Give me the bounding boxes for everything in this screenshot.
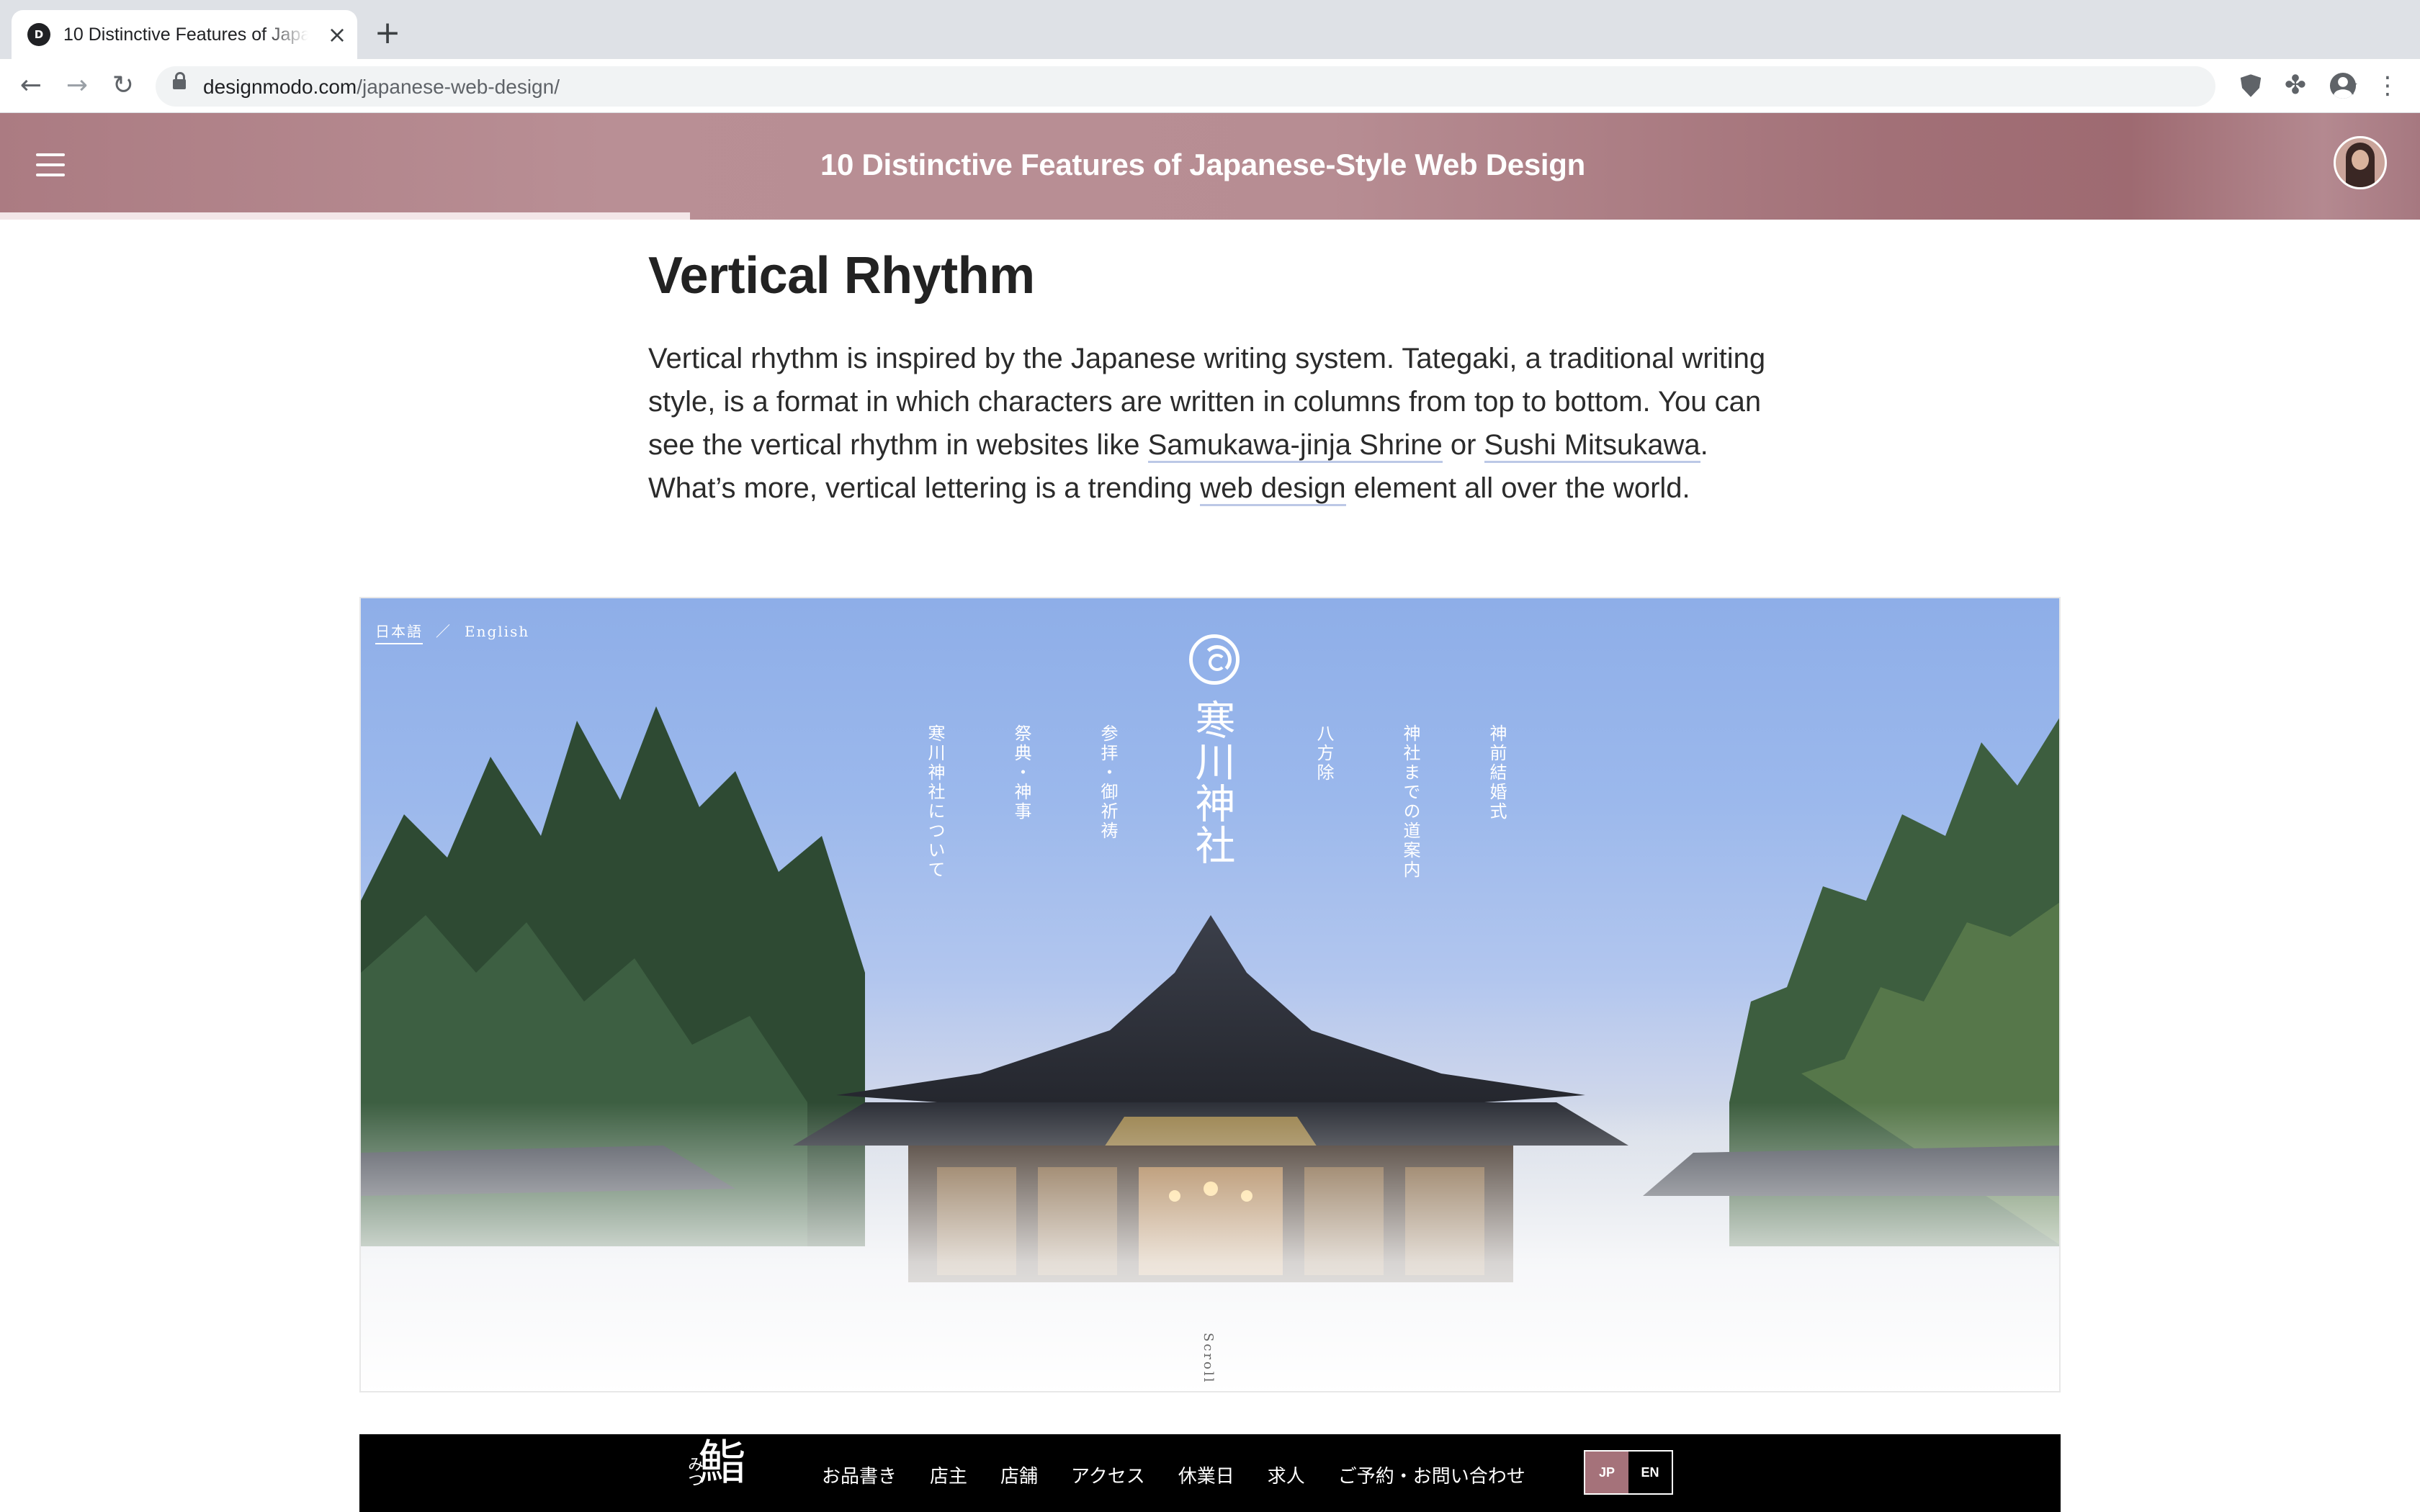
forward-icon[interactable]: → bbox=[60, 69, 94, 102]
shrine-name-vertical: 寒川神社 bbox=[1188, 699, 1235, 866]
lang-en-link[interactable]: English bbox=[465, 623, 529, 640]
shrine-menu-item[interactable]: 神社までの道案内 bbox=[1398, 724, 1423, 880]
lang-jp-button[interactable]: JP bbox=[1585, 1452, 1628, 1493]
samukawa-shrine-link[interactable]: Samukawa-jinja Shrine bbox=[1147, 429, 1443, 463]
shrine-menu-item[interactable]: 八方除 bbox=[1312, 724, 1337, 783]
url-text[interactable]: designmodo.com/japanese-web-design/ bbox=[203, 76, 560, 99]
paragraph-text: element all over the world. bbox=[1345, 472, 1690, 504]
browser-tab[interactable]: D 10 Distinctive Features of Japanese-St… bbox=[12, 10, 357, 59]
sushi-mitsukawa-screenshot: みつ 鮨 お品書き 店主 店舗 アクセス 休業日 求人 ご予約・お問い合わせ J… bbox=[359, 1434, 2061, 1512]
shield-extension-icon[interactable] bbox=[2240, 74, 2262, 97]
sushi-nav-item[interactable]: 求人 bbox=[1268, 1462, 1305, 1488]
samukawa-shrine-screenshot: 日本語 ／ English 寒川神社 神前結婚式 神社までの道案内 八方除 参拝・御… bbox=[359, 597, 2061, 1392]
more-menu-icon[interactable]: ⋮ bbox=[2372, 71, 2403, 101]
scroll-indicator: Scroll bbox=[1201, 1333, 1216, 1385]
browser-toolbar: ← → ↻ designmodo.com/japanese-web-design… bbox=[0, 59, 2420, 113]
sushi-nav: お品書き 店主 店舗 アクセス 休業日 求人 ご予約・お問い合わせ bbox=[822, 1462, 1525, 1488]
sushi-nav-item[interactable]: お品書き bbox=[822, 1462, 897, 1488]
designmodo-logo-icon: D bbox=[27, 23, 50, 46]
sushi-nav-item[interactable]: 休業日 bbox=[1178, 1462, 1234, 1488]
browser-tab-strip: D 10 Distinctive Features of Japanese-St… bbox=[0, 0, 2420, 59]
section-heading: Vertical Rhythm bbox=[648, 247, 1035, 305]
site-header: 10 Distinctive Features of Japanese-Styl… bbox=[0, 113, 2420, 220]
new-tab-button[interactable]: + bbox=[372, 17, 403, 49]
lang-en-button[interactable]: EN bbox=[1628, 1452, 1672, 1493]
close-tab-icon[interactable]: × bbox=[323, 20, 351, 49]
sushi-nav-item[interactable]: ご予約・お問い合わせ bbox=[1338, 1462, 1525, 1488]
author-avatar[interactable] bbox=[2334, 136, 2387, 189]
article-paragraph: Vertical rhythm is inspired by the Japan… bbox=[648, 337, 1772, 510]
lang-jp-link[interactable]: 日本語 bbox=[375, 623, 423, 644]
language-switcher: 日本語 ／ English bbox=[375, 620, 529, 644]
shrine-menu-item[interactable]: 祭典・神事 bbox=[1009, 724, 1034, 822]
shrine-menu-item[interactable]: 寒川神社について bbox=[923, 724, 948, 880]
reload-icon[interactable]: ↻ bbox=[107, 69, 140, 102]
web-design-link[interactable]: web design bbox=[1200, 472, 1346, 506]
back-icon[interactable]: ← bbox=[14, 69, 48, 102]
shrine-menu-item[interactable]: 参拝・御祈祷 bbox=[1095, 724, 1121, 841]
tab-title: 10 Distinctive Features of Japanese-Styl… bbox=[63, 24, 308, 45]
reading-progress-fill bbox=[0, 212, 690, 220]
lang-separator: ／ bbox=[436, 623, 452, 640]
sushi-language-toggle: JP EN bbox=[1584, 1450, 1673, 1495]
sushi-nav-item[interactable]: アクセス bbox=[1071, 1462, 1145, 1488]
paragraph-text: or bbox=[1442, 429, 1484, 461]
site-header-title: 10 Distinctive Features of Japanese-Styl… bbox=[820, 148, 1585, 181]
reading-progress-bar bbox=[0, 212, 2420, 220]
puzzle-icon[interactable]: ✤ bbox=[2280, 71, 2311, 101]
sushi-nav-item[interactable]: 店主 bbox=[930, 1462, 967, 1488]
lock-icon[interactable] bbox=[173, 72, 186, 89]
sushi-logo: 鮨 bbox=[698, 1435, 745, 1490]
shrine-crest-icon bbox=[1189, 634, 1240, 685]
profile-icon[interactable] bbox=[2329, 72, 2357, 99]
address-bar[interactable]: designmodo.com/japanese-web-design/ ☆ bbox=[156, 66, 2359, 107]
sushi-mitsukawa-link[interactable]: Sushi Mitsukawa bbox=[1484, 429, 1700, 463]
shrine-menu-item[interactable]: 神前結婚式 bbox=[1484, 724, 1510, 822]
sushi-nav-item[interactable]: 店舗 bbox=[1000, 1462, 1038, 1488]
